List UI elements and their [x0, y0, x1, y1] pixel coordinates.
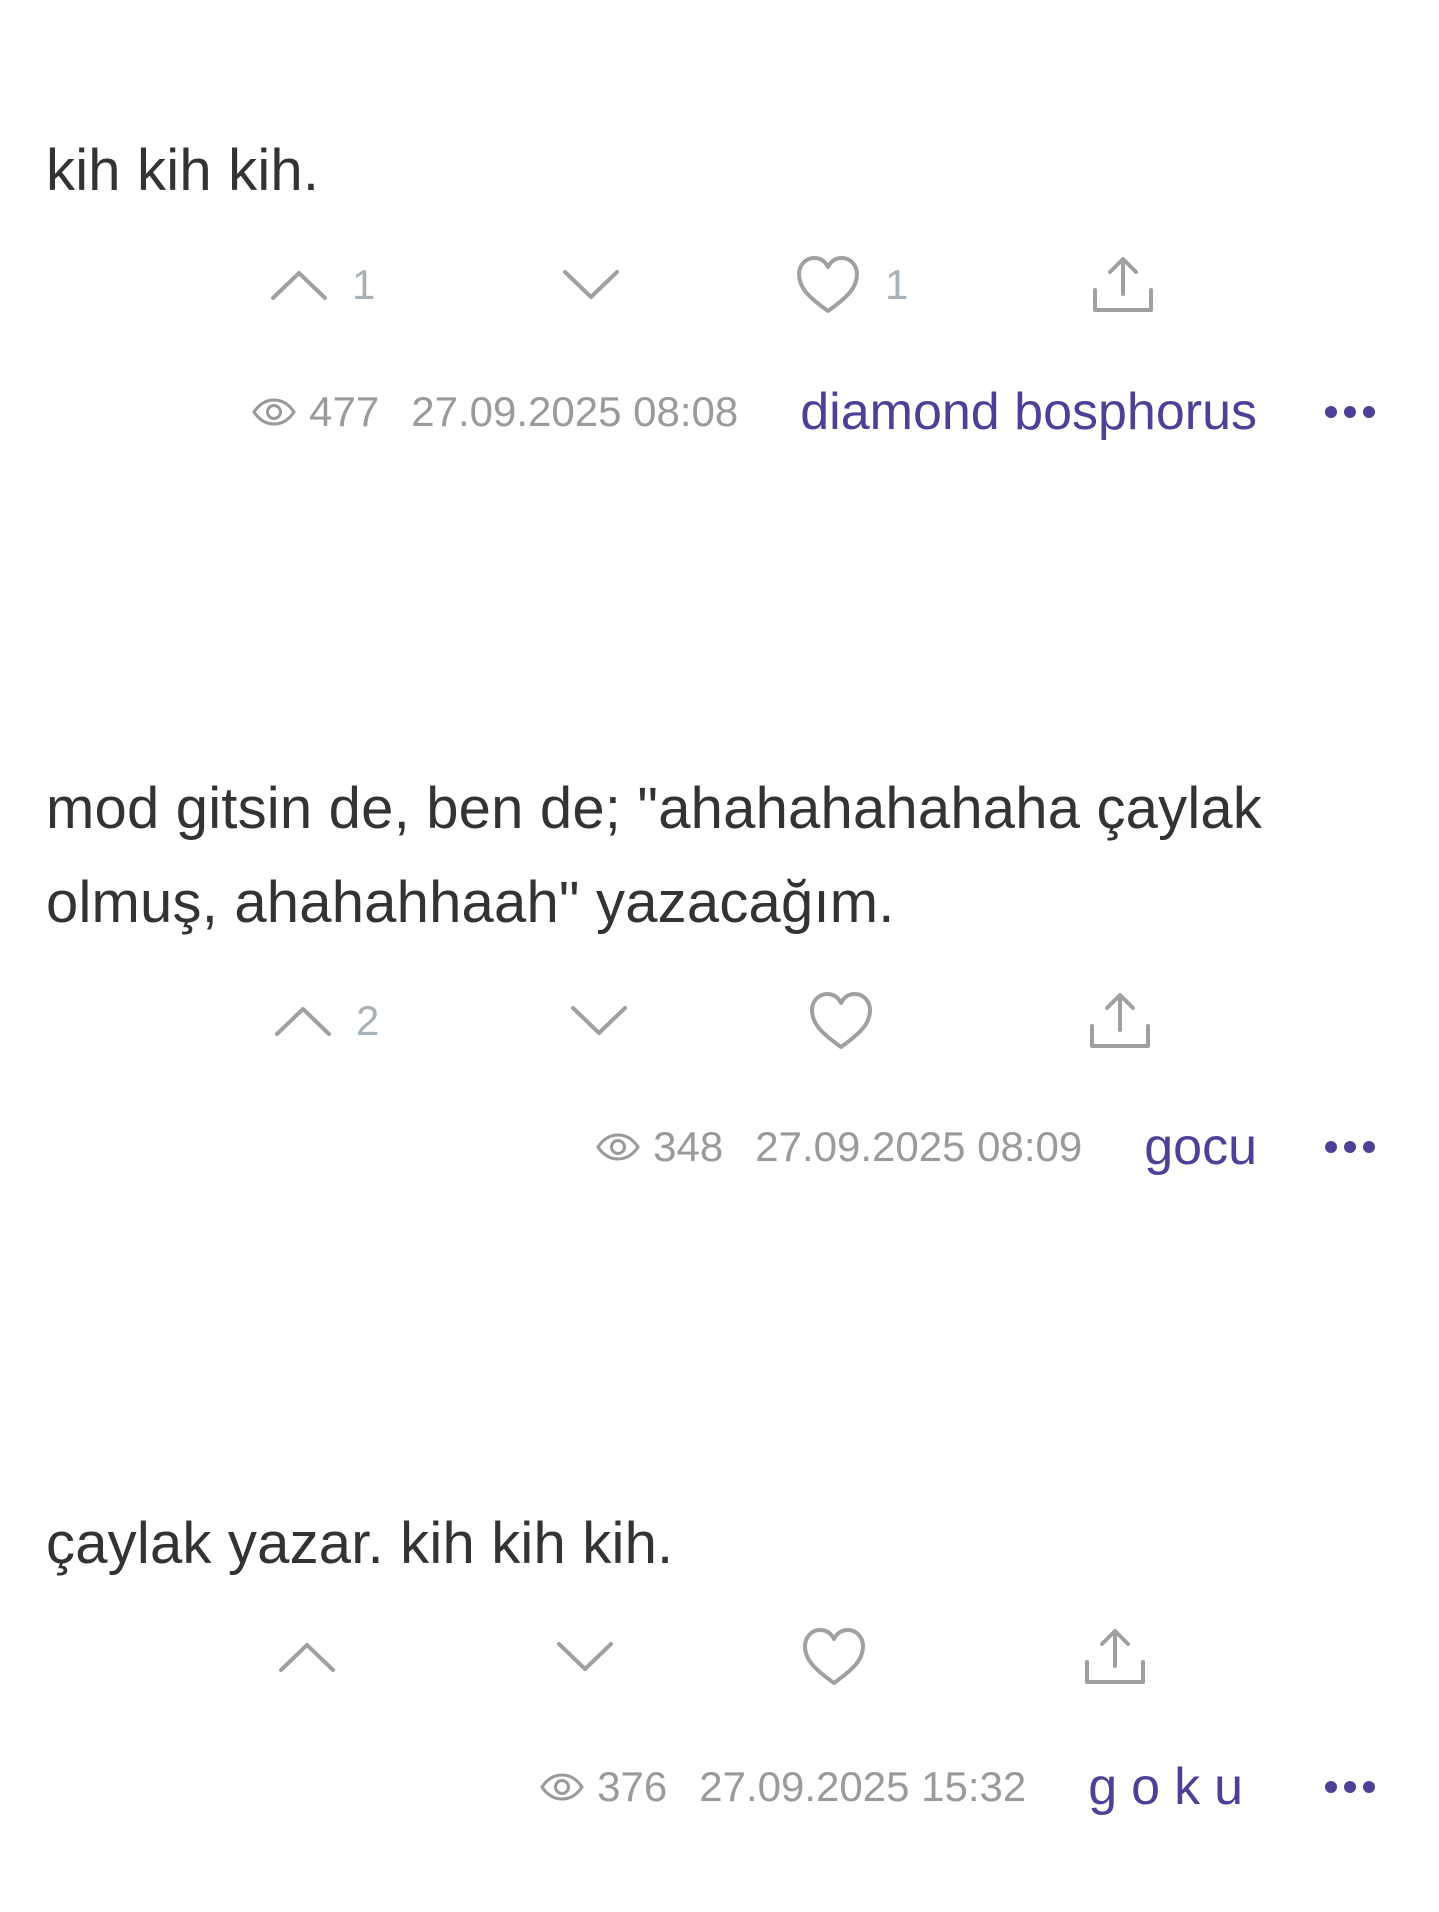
more-dots-icon	[1325, 1141, 1337, 1153]
more-dots-icon	[1363, 1781, 1375, 1793]
chevron-up-icon	[275, 1007, 331, 1036]
favorite-count: 1	[885, 261, 909, 308]
author-link[interactable]: gocu	[1144, 1117, 1257, 1177]
heart-icon	[803, 1628, 865, 1685]
more-dots-icon	[1325, 1781, 1337, 1793]
eye-icon	[596, 1133, 640, 1161]
entry-text: kih kih kih.	[46, 138, 320, 203]
entry-text: çaylak yazar. kih kih kih.	[46, 1511, 674, 1576]
eye-icon	[252, 398, 296, 426]
downvote-button[interactable]	[570, 976, 628, 1066]
more-dots-icon	[1363, 406, 1375, 418]
more-dots-icon	[1344, 1781, 1356, 1793]
upvote-count: 1	[352, 261, 376, 308]
entry-meta: 376 27.09.2025 15:32 goku	[539, 1752, 1375, 1822]
share-button[interactable]	[1090, 240, 1156, 330]
chevron-down-icon	[563, 270, 619, 299]
share-icon	[1093, 257, 1153, 312]
chevron-down-icon	[557, 1642, 613, 1671]
downvote-button[interactable]	[562, 240, 620, 330]
heart-icon	[797, 256, 859, 313]
entry-date[interactable]: 27.09.2025 08:09	[755, 1123, 1082, 1171]
view-count-value: 477	[309, 388, 380, 435]
share-button[interactable]	[1087, 976, 1153, 1066]
entry-meta: 477 27.09.2025 08:08 diamond bosphorus	[251, 377, 1375, 447]
upvote-button[interactable]	[278, 1612, 360, 1702]
chevron-down-icon	[571, 1006, 627, 1035]
entry-text: mod gitsin de, ben de; "ahahahahahaha ça…	[46, 776, 1263, 935]
author-link[interactable]: goku	[1088, 1757, 1257, 1817]
share-button[interactable]	[1082, 1612, 1148, 1702]
view-count: 348	[595, 1123, 723, 1171]
eye-icon	[540, 1773, 584, 1801]
upvote-button[interactable]: 1	[270, 240, 375, 330]
more-options-button[interactable]	[1325, 392, 1375, 432]
more-options-button[interactable]	[1325, 1127, 1375, 1167]
favorite-button[interactable]: 1	[795, 240, 908, 330]
favorite-button[interactable]	[808, 976, 898, 1066]
entry-date[interactable]: 27.09.2025 15:32	[699, 1763, 1026, 1811]
more-dots-icon	[1344, 406, 1356, 418]
view-count-value: 376	[597, 1763, 668, 1810]
share-icon	[1090, 993, 1150, 1048]
chevron-up-icon	[279, 1643, 335, 1672]
author-link[interactable]: diamond bosphorus	[800, 382, 1257, 442]
view-count: 477	[251, 388, 379, 436]
more-dots-icon	[1363, 1141, 1375, 1153]
more-dots-icon	[1344, 1141, 1356, 1153]
chevron-up-icon	[271, 271, 327, 300]
entry-date[interactable]: 27.09.2025 08:08	[411, 388, 738, 436]
downvote-button[interactable]	[556, 1612, 614, 1702]
more-options-button[interactable]	[1325, 1767, 1375, 1807]
entry-meta: 348 27.09.2025 08:09 gocu	[595, 1112, 1375, 1182]
favorite-button[interactable]	[801, 1612, 891, 1702]
upvote-button[interactable]: 2	[274, 976, 379, 1066]
view-count-value: 348	[653, 1123, 724, 1170]
upvote-count: 2	[356, 997, 380, 1044]
heart-icon	[810, 992, 872, 1049]
share-icon	[1085, 1629, 1145, 1684]
view-count: 376	[539, 1763, 667, 1811]
more-dots-icon	[1325, 406, 1337, 418]
